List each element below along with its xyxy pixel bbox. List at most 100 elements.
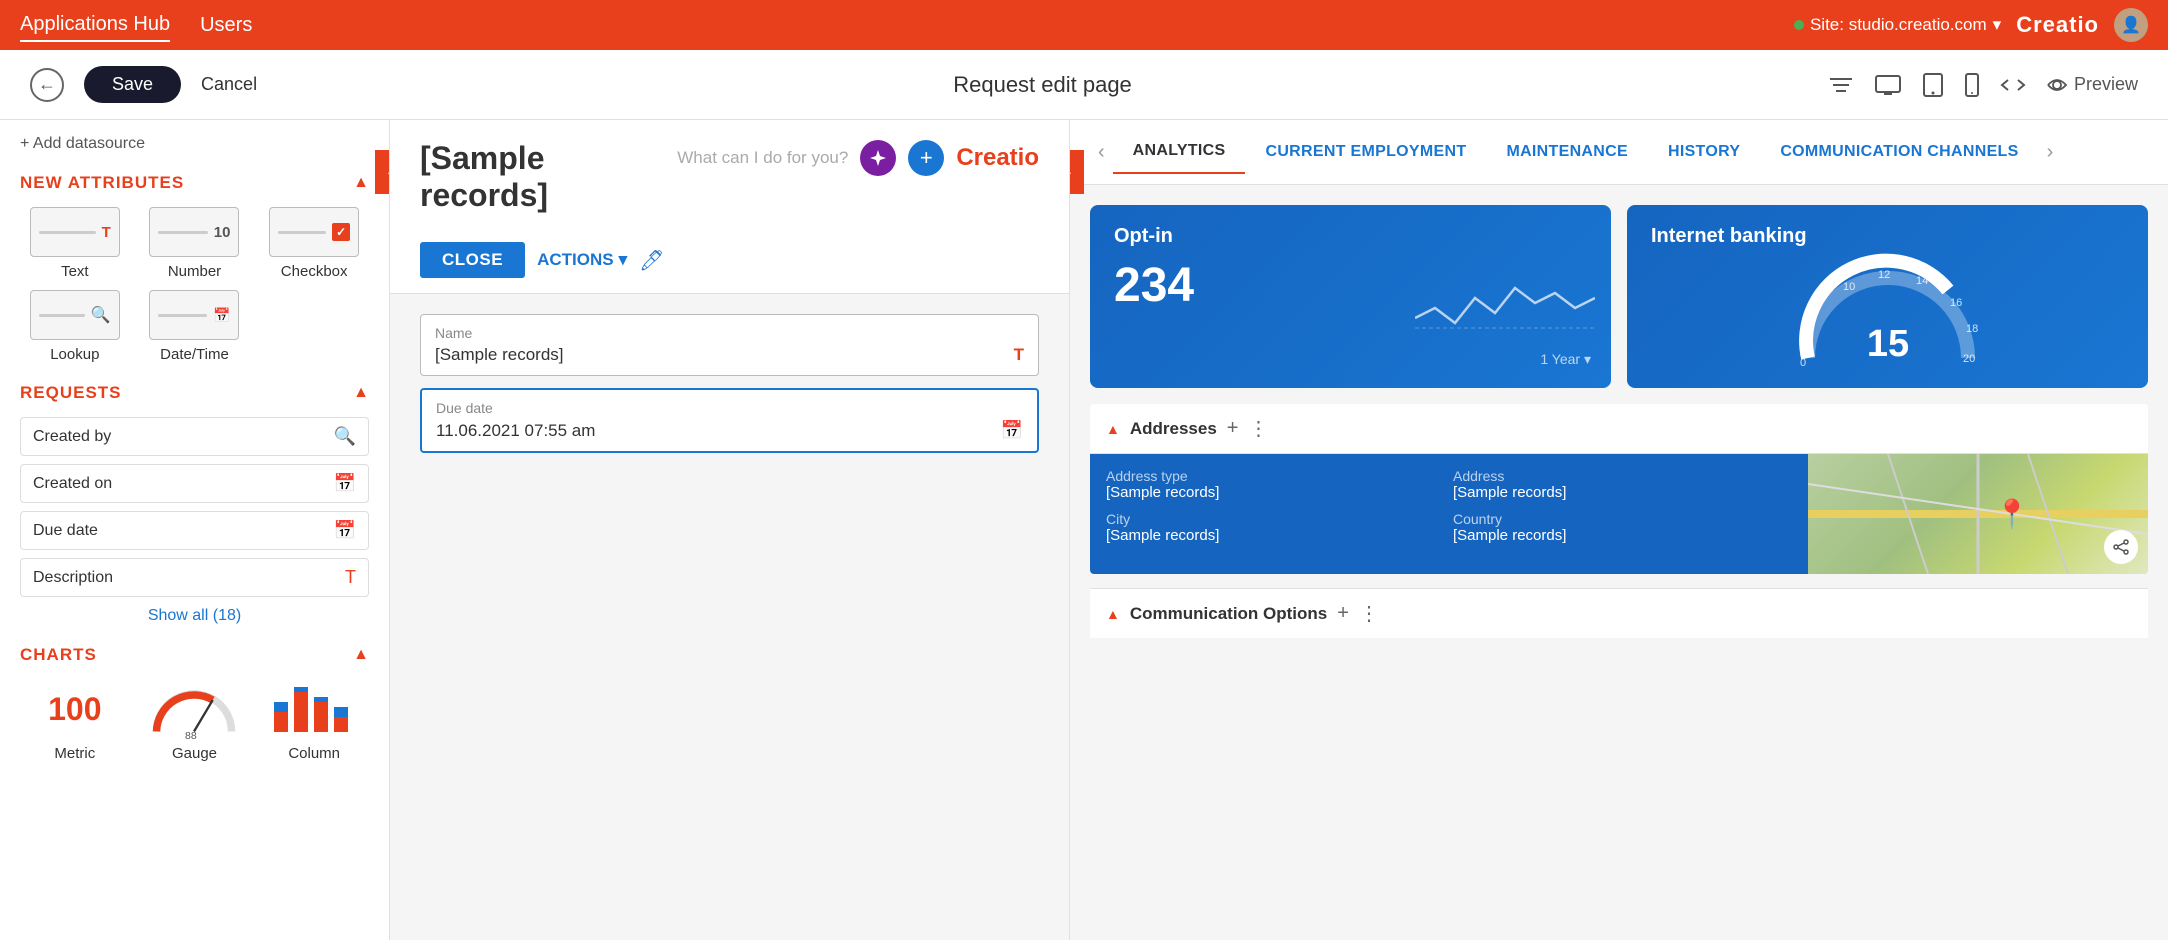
- attr-checkbox[interactable]: ✓ Checkbox: [259, 207, 369, 280]
- comm-toggle-icon[interactable]: ▲: [1106, 606, 1120, 622]
- preview-label: Preview: [2074, 74, 2138, 95]
- addr-address-value: [Sample records]: [1453, 484, 1792, 501]
- collapse-right-button[interactable]: ›: [1070, 150, 1084, 194]
- site-chevron: ▾: [1993, 15, 2002, 35]
- charts-title: CHARTS: [20, 645, 97, 665]
- calendar-icon: 📅: [1001, 420, 1023, 441]
- save-button[interactable]: Save: [84, 66, 181, 103]
- attr-checkbox-label: Checkbox: [281, 263, 348, 280]
- comm-menu-button[interactable]: ⋮: [1359, 601, 1379, 626]
- addr-address-label: Address: [1453, 468, 1792, 484]
- creatio-logo-top: Creatio: [2016, 12, 2099, 38]
- mobile-icon[interactable]: [1964, 72, 1980, 98]
- show-all-button[interactable]: Show all (18): [20, 607, 369, 625]
- tabs-next-arrow[interactable]: ›: [2039, 141, 2062, 164]
- column-chart-svg: [269, 682, 359, 737]
- lookup-attr-icon: 🔍: [91, 305, 111, 325]
- tablet-icon[interactable]: [1922, 72, 1944, 98]
- ai-button[interactable]: [860, 140, 896, 176]
- attr-lookup[interactable]: 🔍 Lookup: [20, 290, 130, 363]
- addr-city-group: City [Sample records]: [1106, 511, 1445, 544]
- addr-row-2: City [Sample records] Country [Sample re…: [1106, 511, 1792, 544]
- addresses-add-button[interactable]: +: [1227, 417, 1239, 440]
- requests-collapse-icon[interactable]: ▲: [353, 384, 369, 402]
- comm-title: Communication Options: [1130, 604, 1327, 624]
- record-title: [Sample records]: [420, 140, 677, 214]
- tabs-row: ‹ ANALYTICS CURRENT EMPLOYMENT MAINTENAN…: [1090, 130, 2148, 174]
- field-due-date-form-value: 11.06.2021 07:55 am 📅: [436, 420, 1023, 441]
- opt-in-period[interactable]: 1 Year ▾: [1540, 351, 1591, 368]
- analytics-body: Opt-in 234 1 Year ▾ Internet banking: [1070, 185, 2168, 658]
- column-chart-label: Column: [288, 745, 340, 762]
- desktop-icon[interactable]: [1874, 74, 1902, 96]
- nav-users[interactable]: Users: [200, 10, 252, 41]
- map-placeholder: 📍: [1808, 454, 2148, 574]
- field-description[interactable]: Description T: [20, 558, 369, 597]
- field-due-date[interactable]: Due date 📅: [20, 511, 369, 550]
- what-can-i-text: What can I do for you?: [677, 148, 848, 168]
- metric-chart-label: Metric: [54, 745, 95, 762]
- field-created-by-icon: 🔍: [334, 426, 356, 447]
- tabs-prev-arrow[interactable]: ‹: [1090, 141, 1113, 164]
- add-button[interactable]: +: [908, 140, 944, 176]
- field-name-label: Name: [435, 325, 1024, 341]
- new-attributes-section-header: NEW ATTRIBUTES ▲: [20, 173, 369, 193]
- map-pin: 📍: [1995, 498, 2030, 531]
- code-icon[interactable]: [2000, 74, 2026, 96]
- site-info[interactable]: Site: studio.creatio.com ▾: [1794, 15, 2001, 35]
- attr-text[interactable]: T Text: [20, 207, 130, 280]
- nav-applications-hub[interactable]: Applications Hub: [20, 9, 170, 42]
- actions-chevron: ▾: [619, 250, 628, 270]
- cancel-button[interactable]: Cancel: [201, 74, 257, 95]
- tab-communication-channels[interactable]: COMMUNICATION CHANNELS: [1760, 131, 2038, 173]
- map-roads-svg: [1808, 454, 2148, 574]
- toolbar: ← Save Cancel Request edit page Preview: [0, 50, 2168, 120]
- chart-gauge[interactable]: 88 Gauge: [140, 679, 250, 762]
- field-created-by[interactable]: Created by 🔍: [20, 417, 369, 456]
- gauge-chart-label: Gauge: [172, 745, 217, 762]
- addresses-menu-button[interactable]: ⋮: [1248, 416, 1268, 441]
- svg-text:15: 15: [1866, 323, 1908, 365]
- field-name-group: Name [Sample records] T: [420, 314, 1039, 376]
- svg-text:18: 18: [1966, 323, 1978, 335]
- user-avatar[interactable]: 👤: [2114, 8, 2148, 42]
- tab-analytics[interactable]: ANALYTICS: [1113, 130, 1246, 174]
- svg-text:10: 10: [1843, 281, 1855, 293]
- field-created-on[interactable]: Created on 📅: [20, 464, 369, 503]
- field-created-by-label: Created by: [33, 428, 326, 446]
- add-datasource-button[interactable]: + Add datasource: [20, 135, 369, 153]
- actions-label: ACTIONS: [537, 250, 614, 270]
- close-button[interactable]: CLOSE: [420, 242, 525, 278]
- svg-text:8: 8: [1810, 314, 1816, 326]
- addr-address-group: Address [Sample records]: [1453, 468, 1792, 501]
- tab-current-employment[interactable]: CURRENT EMPLOYMENT: [1245, 131, 1486, 173]
- attr-number[interactable]: 10 Number: [140, 207, 250, 280]
- chart-metric[interactable]: 100 Metric: [20, 679, 130, 762]
- back-button[interactable]: ←: [30, 68, 64, 102]
- map-share-button[interactable]: [2104, 530, 2138, 564]
- preview-button[interactable]: Preview: [2046, 74, 2138, 95]
- addresses-toggle-icon[interactable]: ▲: [1106, 421, 1120, 437]
- field-name-icon: T: [1014, 345, 1024, 365]
- page-title: Request edit page: [277, 72, 1808, 98]
- field-description-label: Description: [33, 569, 337, 587]
- field-due-date-icon: 📅: [334, 520, 356, 541]
- tab-history[interactable]: HISTORY: [1648, 131, 1760, 173]
- addresses-content: Address type [Sample records] Address [S…: [1090, 454, 2148, 574]
- new-attributes-collapse-icon[interactable]: ▲: [353, 174, 369, 192]
- attr-datetime[interactable]: 📅 Date/Time: [140, 290, 250, 363]
- comm-add-button[interactable]: +: [1337, 602, 1349, 625]
- field-due-date-group[interactable]: Due date 11.06.2021 07:55 am 📅: [420, 388, 1039, 453]
- actions-button[interactable]: ACTIONS ▾: [537, 250, 627, 270]
- chart-column[interactable]: Column: [259, 679, 369, 762]
- form-body: Name [Sample records] T Due date 11.06.2…: [390, 294, 1069, 485]
- addr-country-label: Country: [1453, 511, 1792, 527]
- attr-lookup-label: Lookup: [50, 346, 99, 363]
- attributes-grid: T Text 10 Number ✓ Checkbox: [20, 207, 369, 363]
- left-panel: ‹ + Add datasource NEW ATTRIBUTES ▲ T Te…: [0, 120, 390, 940]
- tab-maintenance[interactable]: MAINTENANCE: [1486, 131, 1648, 173]
- filters-icon[interactable]: [1828, 75, 1854, 95]
- charts-collapse-icon[interactable]: ▲: [353, 646, 369, 664]
- internet-banking-gauge: 0 8 10 12 14 16 18 20 15: [1788, 248, 1988, 378]
- collapse-left-button[interactable]: ‹: [375, 150, 390, 194]
